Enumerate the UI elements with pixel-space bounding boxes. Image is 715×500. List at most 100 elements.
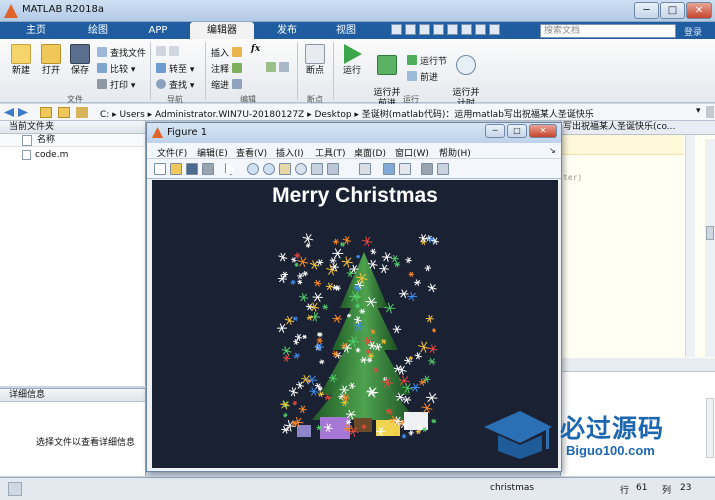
- back-forward-buttons[interactable]: [156, 46, 182, 58]
- figure-title-bar[interactable]: Figure 1 ─ □ ✕: [147, 123, 561, 143]
- find-button[interactable]: 查找 ▾: [156, 78, 194, 91]
- advance-button[interactable]: 前进: [407, 70, 438, 83]
- save-icon[interactable]: [391, 24, 402, 35]
- address-search-icon[interactable]: [706, 106, 714, 118]
- show-plot-tools-icon[interactable]: [437, 163, 449, 175]
- close-button[interactable]: ✕: [686, 2, 712, 19]
- print-label: 打印: [110, 81, 129, 91]
- pan-icon[interactable]: [279, 163, 291, 175]
- print-figure-icon[interactable]: [202, 163, 214, 175]
- find-files-button[interactable]: 查找文件: [97, 46, 146, 59]
- brush-icon[interactable]: [327, 163, 339, 175]
- editor-right-scrollbar[interactable]: [705, 139, 715, 357]
- link-plot-icon[interactable]: [359, 163, 371, 175]
- legend-icon[interactable]: [399, 163, 411, 175]
- print-button[interactable]: 打印 ▾: [97, 78, 135, 91]
- current-path[interactable]: C: ▸ Users ▸ Administrator.WIN7U-2018012…: [100, 107, 594, 120]
- editor-tab-title[interactable]: 写出祝福某人圣诞快乐(co...: [561, 121, 715, 135]
- menu-view[interactable]: 查看(V): [236, 146, 267, 159]
- paste-icon[interactable]: [433, 24, 444, 35]
- tab-plots[interactable]: 绘图: [68, 22, 128, 39]
- current-folder-panel: 当前文件夹 名称 code.m: [0, 121, 146, 386]
- indent-label: 缩进: [211, 81, 230, 91]
- colorbar-icon[interactable]: [383, 163, 395, 175]
- menu-file[interactable]: 文件(F): [157, 146, 187, 159]
- folder-open-icon: [41, 44, 61, 64]
- menu-tools[interactable]: 工具(T): [315, 146, 346, 159]
- maximize-button[interactable]: □: [660, 2, 685, 19]
- workspace-header: [561, 358, 715, 372]
- figure-logo-icon: [152, 127, 163, 138]
- rotate-icon[interactable]: [295, 163, 307, 175]
- up-folder-icon[interactable]: [76, 107, 88, 118]
- tab-view[interactable]: 视图: [318, 22, 374, 39]
- new-figure-icon[interactable]: [154, 163, 166, 175]
- file-list-item[interactable]: code.m: [0, 147, 145, 163]
- undo-icon[interactable]: [447, 24, 458, 35]
- switch-windows-icon[interactable]: [475, 24, 486, 35]
- breakpoints-button[interactable]: 断点: [302, 44, 328, 77]
- save-figure-icon[interactable]: [186, 163, 198, 175]
- redo-icon[interactable]: [461, 24, 472, 35]
- tab-editor[interactable]: 编辑器: [190, 22, 254, 39]
- comment-button[interactable]: 注释: [211, 62, 245, 75]
- path-dropdown-icon[interactable]: ▾: [696, 106, 701, 116]
- tab-publish[interactable]: 发布: [258, 22, 316, 39]
- help-icon[interactable]: [489, 24, 500, 35]
- indent-button[interactable]: 缩进: [211, 78, 245, 91]
- hide-plot-tools-icon[interactable]: [421, 163, 433, 175]
- menu-help[interactable]: 帮助(H): [439, 146, 471, 159]
- details-panel: 详细信息 选择文件以查看详细信息: [0, 388, 146, 476]
- editor-scroll-thumb[interactable]: [706, 226, 714, 240]
- editor-scrollbar[interactable]: [685, 135, 695, 357]
- figure-close-button[interactable]: ✕: [529, 124, 557, 138]
- row-number: 61: [636, 483, 648, 493]
- open-button[interactable]: 打开: [38, 44, 64, 77]
- edit-extra-icons[interactable]: [266, 62, 292, 74]
- menu-insert[interactable]: 插入(I): [276, 146, 304, 159]
- ribbon-separator: [297, 42, 298, 100]
- run-section-button[interactable]: 运行节: [407, 54, 447, 67]
- percent-icon: [231, 63, 242, 73]
- figure-minimize-button[interactable]: ─: [485, 124, 505, 138]
- back-arrow-icon[interactable]: [4, 108, 14, 117]
- zoom-in-icon[interactable]: [247, 163, 259, 175]
- browse-folder-icon[interactable]: [58, 107, 70, 118]
- find-label: 查找: [169, 81, 188, 91]
- compare-icon: [97, 63, 107, 73]
- uncomment-icon: [266, 62, 276, 72]
- insert-button[interactable]: 插入: [211, 46, 245, 59]
- compare-button[interactable]: 比较 ▾: [97, 62, 135, 75]
- m-file-icon: [22, 150, 31, 160]
- floppy-icon: [70, 44, 90, 64]
- menu-desktop[interactable]: 桌面(D): [354, 146, 386, 159]
- zoom-out-icon[interactable]: [263, 163, 275, 175]
- details-hint: 选择文件以查看详细信息: [36, 438, 136, 448]
- figure-maximize-button[interactable]: □: [507, 124, 527, 138]
- menu-window[interactable]: 窗口(W): [395, 146, 429, 159]
- login-link[interactable]: 登录: [684, 25, 702, 38]
- goto-button[interactable]: 转至 ▾: [156, 62, 194, 75]
- cut-icon[interactable]: [405, 24, 416, 35]
- run-time-button[interactable]: 运行并 计时: [451, 44, 481, 110]
- tab-home[interactable]: 主页: [6, 22, 66, 39]
- current-folder-title: 当前文件夹: [0, 121, 145, 134]
- open-file-icon[interactable]: [170, 163, 182, 175]
- search-input[interactable]: 搜索文档: [540, 24, 676, 38]
- minimize-button[interactable]: ─: [634, 2, 659, 19]
- sparkle: [428, 284, 436, 292]
- insert-label: 插入: [211, 49, 230, 59]
- tab-apps[interactable]: APP: [130, 22, 186, 39]
- run-button[interactable]: 运行: [338, 44, 366, 77]
- new-button[interactable]: 新建: [8, 44, 34, 77]
- editor-message-bar: [561, 135, 684, 155]
- save-button[interactable]: 保存: [67, 44, 93, 77]
- forward-arrow-icon[interactable]: [18, 108, 28, 117]
- copy-icon[interactable]: [419, 24, 430, 35]
- folder-icon[interactable]: [40, 107, 52, 118]
- menu-edit[interactable]: 编辑(E): [197, 146, 228, 159]
- function-button[interactable]: fx: [251, 44, 260, 54]
- pointer-icon[interactable]: [225, 163, 237, 175]
- data-cursor-icon[interactable]: [311, 163, 323, 175]
- menu-dock-icon[interactable]: ↘: [549, 146, 556, 155]
